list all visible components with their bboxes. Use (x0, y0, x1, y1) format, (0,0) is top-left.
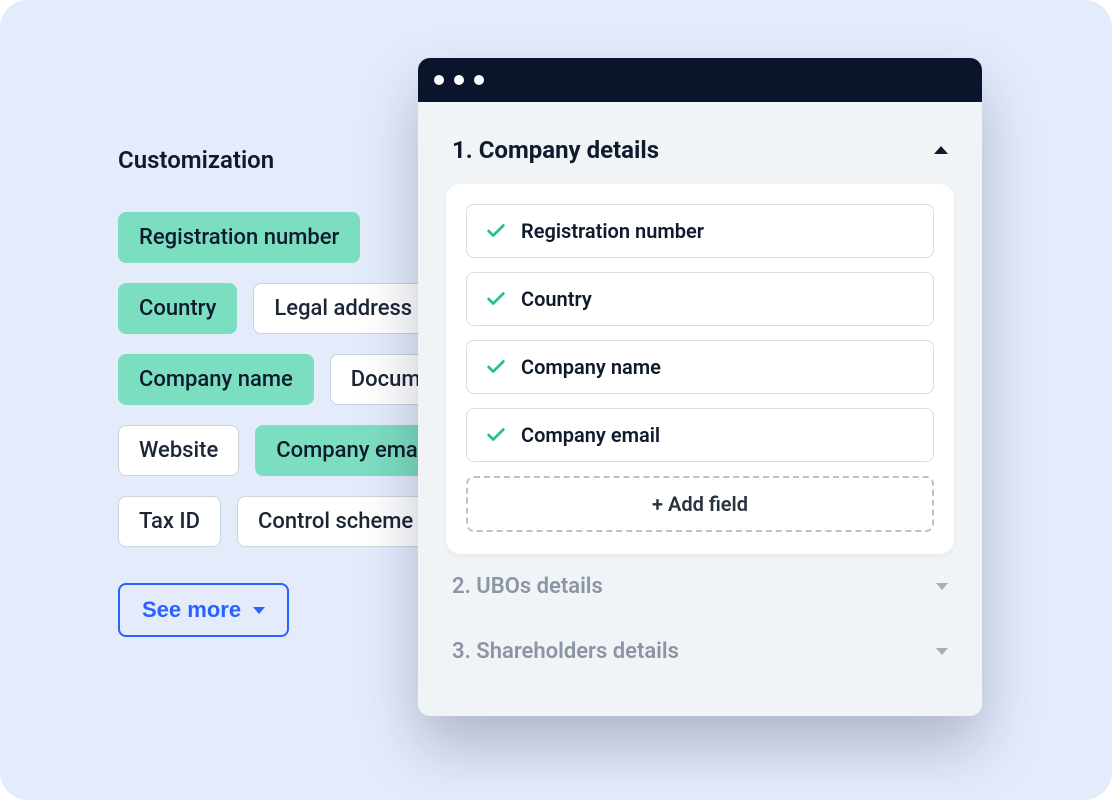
field-row-country[interactable]: Country (466, 272, 934, 326)
stage: Customization Registration number Countr… (0, 0, 1112, 800)
window-dot-icon (454, 75, 464, 85)
chip-country[interactable]: Country (118, 283, 237, 334)
chip-website[interactable]: Website (118, 425, 239, 476)
check-icon (485, 220, 507, 242)
chevron-down-icon (936, 583, 948, 590)
chip-tax-id[interactable]: Tax ID (118, 496, 221, 547)
field-label: Company email (521, 423, 660, 447)
section-ubos-details-header[interactable]: 2. UBOs details (446, 554, 954, 619)
section-index: 3. (452, 639, 471, 664)
field-row-company-email[interactable]: Company email (466, 408, 934, 462)
section-index: 1. (452, 136, 473, 164)
chip-control-scheme[interactable]: Control scheme (237, 496, 434, 547)
window-dot-icon (434, 75, 444, 85)
chip-company-name[interactable]: Company name (118, 354, 314, 405)
section-name: Shareholders details (476, 639, 679, 664)
modal-titlebar (418, 58, 982, 102)
section-name: UBOs details (476, 574, 603, 599)
section-company-details-header[interactable]: 1. Company details (446, 130, 954, 184)
section-index: 2. (452, 574, 471, 599)
see-more-label: See more (142, 597, 241, 623)
field-row-registration-number[interactable]: Registration number (466, 204, 934, 258)
section-title: 3. Shareholders details (452, 639, 679, 664)
chevron-down-icon (936, 648, 948, 655)
check-icon (485, 424, 507, 446)
field-label: Country (521, 287, 592, 311)
add-field-button[interactable]: + Add field (466, 476, 934, 532)
field-label: Company name (521, 355, 661, 379)
check-icon (485, 288, 507, 310)
section-title: 2. UBOs details (452, 574, 603, 599)
section-title: 1. Company details (452, 136, 659, 164)
details-modal: 1. Company details Registration number C… (418, 58, 982, 716)
company-details-card: Registration number Country Company name… (446, 184, 954, 554)
field-label: Registration number (521, 219, 704, 243)
window-dot-icon (474, 75, 484, 85)
chip-legal-address[interactable]: Legal address (253, 283, 433, 334)
chevron-down-icon (253, 607, 265, 614)
section-name: Company details (479, 136, 659, 164)
chevron-up-icon (934, 146, 948, 154)
see-more-button[interactable]: See more (118, 583, 289, 637)
section-shareholders-details-header[interactable]: 3. Shareholders details (446, 619, 954, 684)
field-row-company-name[interactable]: Company name (466, 340, 934, 394)
check-icon (485, 356, 507, 378)
chip-registration-number[interactable]: Registration number (118, 212, 360, 263)
modal-body: 1. Company details Registration number C… (418, 102, 982, 716)
